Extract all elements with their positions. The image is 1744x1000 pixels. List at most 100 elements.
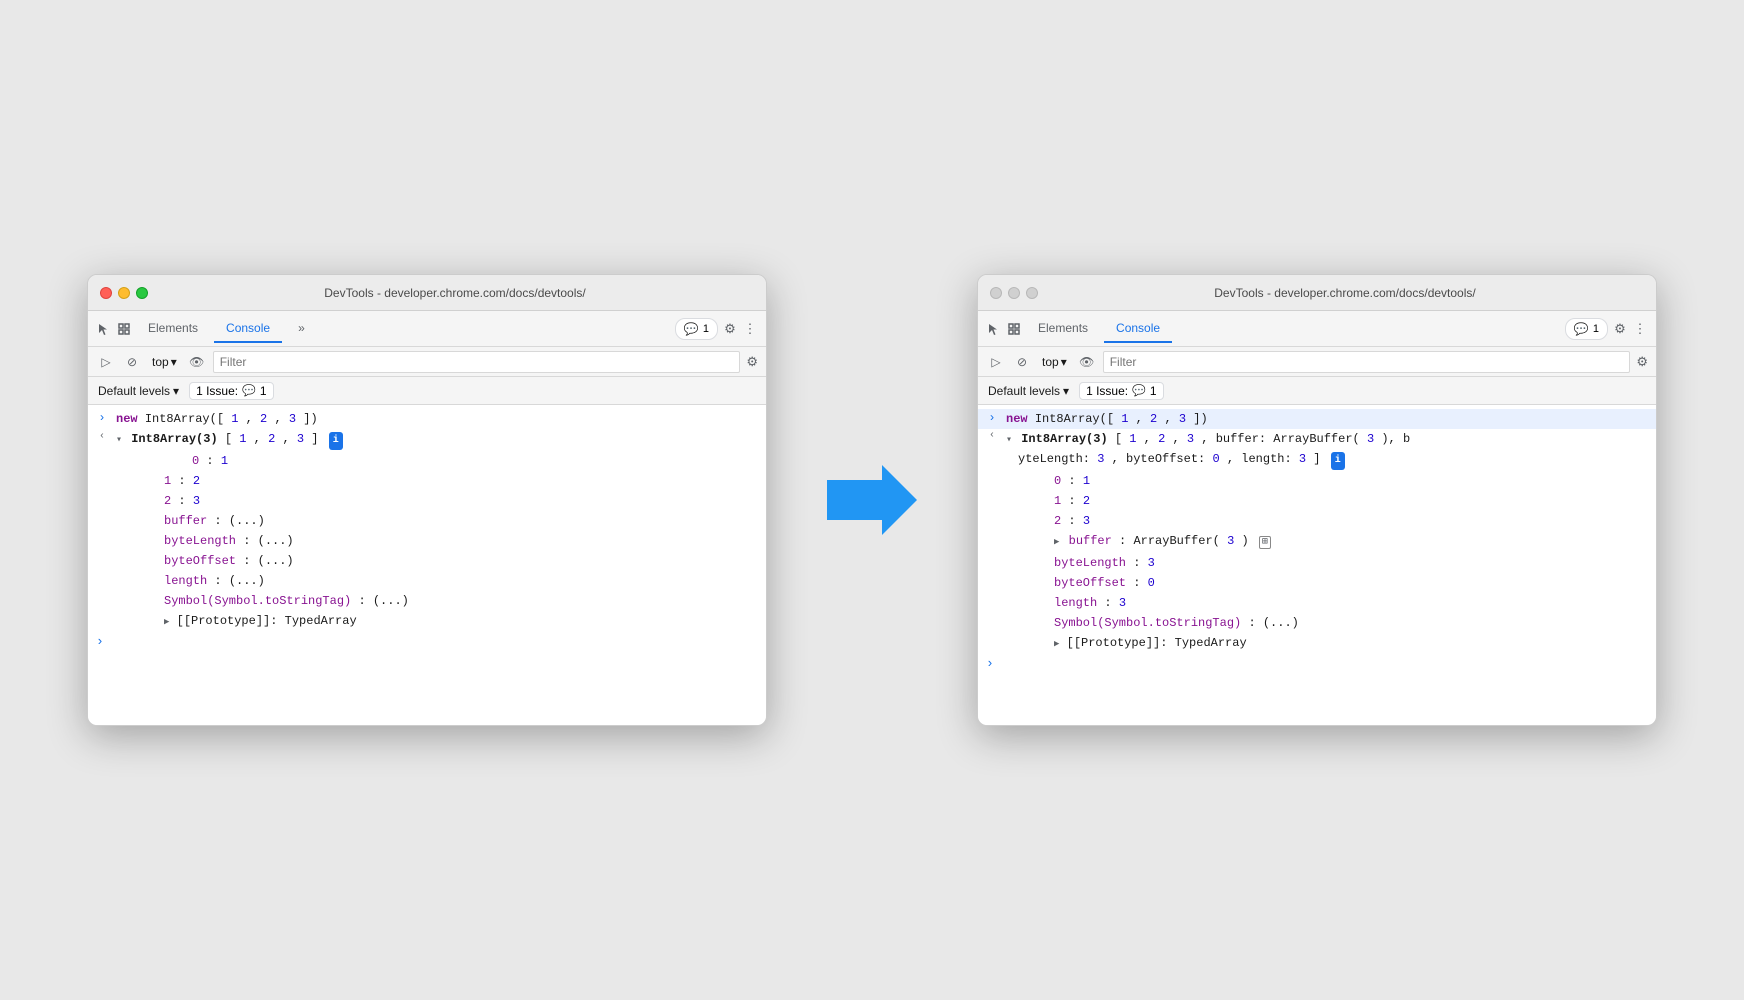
prop-byteOffset-right: byteOffset : 0 [978, 573, 1656, 593]
messages-badge-right[interactable]: 💬 1 [1565, 318, 1608, 340]
prop-buffer-left: buffer : (...) [88, 511, 766, 531]
titlebar-left: DevTools - developer.chrome.com/docs/dev… [88, 275, 766, 311]
top-label-left: top [152, 355, 169, 369]
left-devtools-window: DevTools - developer.chrome.com/docs/dev… [87, 274, 767, 726]
tab-console-right[interactable]: Console [1104, 315, 1172, 343]
inspect-icon[interactable] [116, 321, 132, 337]
window-title-left: DevTools - developer.chrome.com/docs/dev… [156, 286, 754, 300]
console-prompt-left: › [88, 632, 766, 651]
issue-icon-left: 💬 [242, 384, 256, 397]
filter-input-left[interactable] [213, 351, 741, 373]
between-arrow [827, 465, 917, 535]
input-arrow-right: › [988, 411, 995, 425]
badge-count-left: 1 [703, 323, 709, 335]
issue-count-left: 1 Issue: [196, 384, 238, 398]
prop-byteOffset-left: byteOffset : (...) [88, 551, 766, 571]
prop-byteLength-right: byteLength : 3 [978, 553, 1656, 573]
tab-elements-right[interactable]: Elements [1026, 315, 1100, 343]
expand-arrow-right[interactable]: ▾ [1006, 435, 1012, 446]
console-toolbar-right: ▷ ⊘ top ▾ 👁 ⚙ [978, 347, 1656, 377]
console-content-left: › new Int8Array([ 1 , 2 , 3 ]) ‹ ▾ Int8A… [88, 405, 766, 725]
maximize-button-right[interactable] [1026, 287, 1038, 299]
prop-symbol-left: Symbol(Symbol.toStringTag) : (...) [88, 591, 766, 611]
close-button-right[interactable] [990, 287, 1002, 299]
issue-count-right: 1 Issue: [1086, 384, 1128, 398]
play-icon[interactable]: ▷ [96, 352, 116, 372]
inspect-icon-right[interactable] [1006, 321, 1022, 337]
eye-icon-right[interactable]: 👁 [1077, 352, 1097, 372]
message-icon-right: 💬 [1574, 322, 1589, 336]
close-button[interactable] [100, 287, 112, 299]
output-line-right: ‹ ▾ Int8Array(3) [ 1 , 2 , 3 , buffer: A… [978, 429, 1656, 471]
prop-1-left: 1 : 2 [88, 471, 766, 491]
tab-more-left[interactable]: » [286, 315, 317, 343]
issue-num-right: 1 [1150, 384, 1157, 398]
prop-length-left: length : (...) [88, 571, 766, 591]
block-icon-right[interactable]: ⊘ [1012, 352, 1032, 372]
console-input-line-right: › new Int8Array([ 1 , 2 , 3 ]) [978, 409, 1656, 429]
prompt-icon-left[interactable]: › [88, 634, 104, 649]
prop-prototype-left: ▶ [[Prototype]]: TypedArray [88, 611, 766, 632]
cursor-icon[interactable] [96, 321, 112, 337]
console-settings-icon-right[interactable]: ⚙ [1636, 354, 1648, 370]
more-icon-right[interactable]: ⋮ [1632, 321, 1648, 337]
console-settings-icon-left[interactable]: ⚙ [746, 354, 758, 370]
issue-badge-right[interactable]: 1 Issue: 💬 1 [1079, 382, 1163, 400]
back-arrow: ‹ [99, 431, 105, 442]
filter-input-right[interactable] [1103, 351, 1631, 373]
prop-0-right: 0 : 1 [978, 471, 1656, 491]
prop-2-left: 2 : 3 [88, 491, 766, 511]
block-icon[interactable]: ⊘ [122, 352, 142, 372]
default-levels-right[interactable]: Default levels ▾ [988, 384, 1069, 398]
traffic-lights-left [100, 287, 148, 299]
message-icon-left: 💬 [684, 322, 699, 336]
play-icon-right[interactable]: ▷ [986, 352, 1006, 372]
more-icon-left[interactable]: ⋮ [742, 321, 758, 337]
maximize-button[interactable] [136, 287, 148, 299]
top-selector-left[interactable]: top ▾ [148, 353, 181, 371]
tabs-toolbar-left: Elements Console » 💬 1 ⚙ ⋮ [88, 311, 766, 347]
default-levels-left[interactable]: Default levels ▾ [98, 384, 179, 398]
console-prompt-right: › [978, 654, 1656, 673]
prop-prototype-right: ▶ [[Prototype]]: TypedArray [978, 633, 1656, 654]
titlebar-right: DevTools - developer.chrome.com/docs/dev… [978, 275, 1656, 311]
tab-console-left[interactable]: Console [214, 315, 282, 343]
direction-arrow [827, 465, 917, 535]
messages-badge-left[interactable]: 💬 1 [675, 318, 718, 340]
info-badge-right: i [1331, 452, 1345, 470]
issues-bar-left: Default levels ▾ 1 Issue: 💬 1 [88, 377, 766, 405]
minimize-button-right[interactable] [1008, 287, 1020, 299]
prop-0-left: 0 : 1 [88, 451, 766, 471]
issue-icon-right: 💬 [1132, 384, 1146, 397]
top-selector-right[interactable]: top ▾ [1038, 353, 1071, 371]
console-toolbar-left: ▷ ⊘ top ▾ 👁 ⚙ [88, 347, 766, 377]
prop-length-right: length : 3 [978, 593, 1656, 613]
console-content-right: › new Int8Array([ 1 , 2 , 3 ]) ‹ ▾ Int8A… [978, 405, 1656, 725]
eye-icon-left[interactable]: 👁 [187, 352, 207, 372]
settings-icon-right[interactable]: ⚙ [1612, 321, 1628, 337]
cursor-icon-right[interactable] [986, 321, 1002, 337]
expand-arrow-left[interactable]: ▾ [116, 435, 122, 446]
issue-num-left: 1 [260, 384, 267, 398]
traffic-lights-right [990, 287, 1038, 299]
prop-buffer-right: ▶ buffer : ArrayBuffer( 3 ) ⊞ ← [978, 531, 1656, 553]
back-arrow-right: ‹ [989, 430, 995, 441]
input-arrow: › [98, 411, 105, 425]
prop-1-right: 1 : 2 [978, 491, 1656, 511]
prop-2-right: 2 : 3 [978, 511, 1656, 531]
console-input-line: › new Int8Array([ 1 , 2 , 3 ]) [88, 409, 766, 429]
issue-badge-left[interactable]: 1 Issue: 💬 1 [189, 382, 273, 400]
prop-symbol-right: Symbol(Symbol.toStringTag) : (...) [978, 613, 1656, 633]
top-label-right: top [1042, 355, 1059, 369]
dropdown-arrow-left: ▾ [171, 355, 177, 369]
tabs-toolbar-right: Elements Console 💬 1 ⚙ ⋮ [978, 311, 1656, 347]
settings-icon-left[interactable]: ⚙ [722, 321, 738, 337]
right-devtools-window: DevTools - developer.chrome.com/docs/dev… [977, 274, 1657, 726]
issues-bar-right: Default levels ▾ 1 Issue: 💬 1 [978, 377, 1656, 405]
output-line-left: ‹ ▾ Int8Array(3) [ 1 , 2 , 3 ] i [88, 429, 766, 451]
tab-elements-left[interactable]: Elements [136, 315, 210, 343]
prompt-icon-right[interactable]: › [978, 656, 994, 671]
minimize-button[interactable] [118, 287, 130, 299]
window-title-right: DevTools - developer.chrome.com/docs/dev… [1046, 286, 1644, 300]
info-badge-left: i [329, 432, 343, 450]
